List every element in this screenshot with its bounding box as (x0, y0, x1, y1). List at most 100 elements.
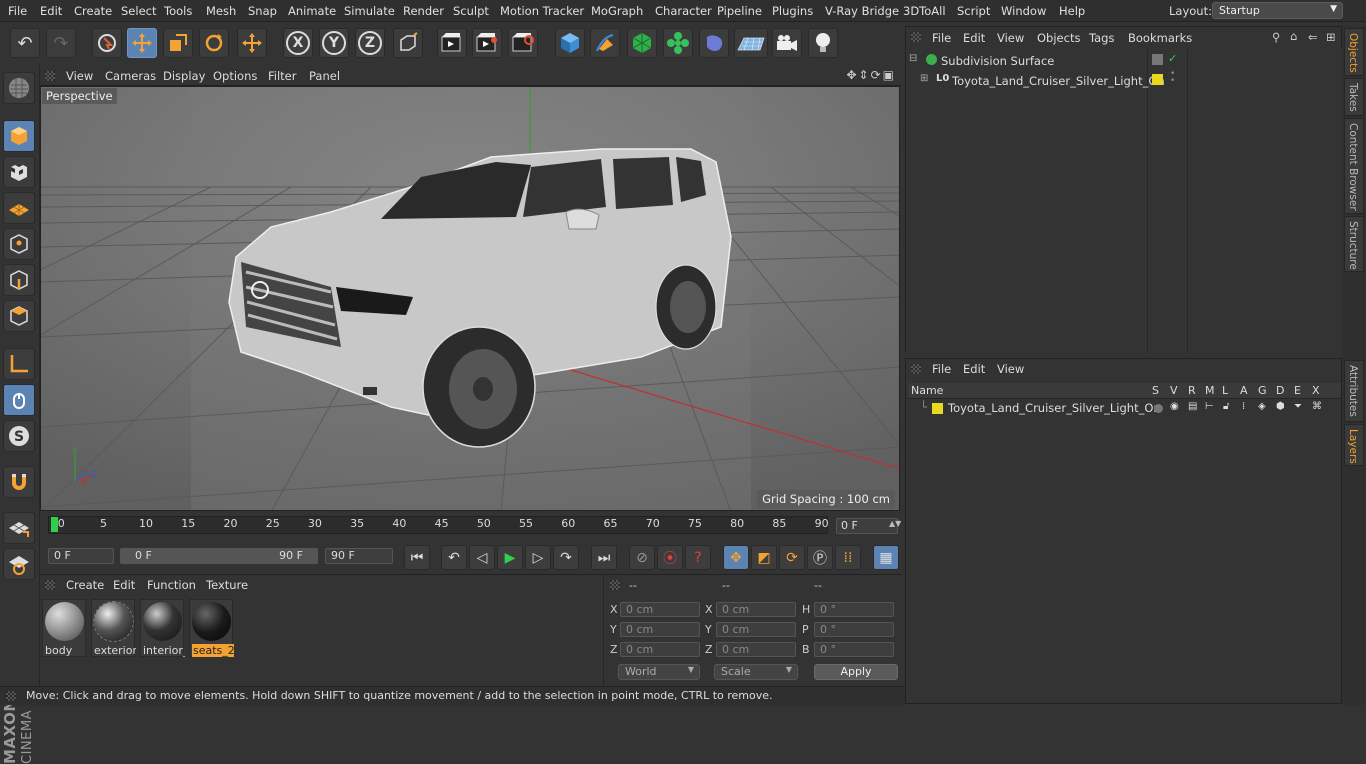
menu-3dtoall[interactable]: 3DToAll (903, 4, 946, 18)
autokey-icon[interactable]: ? (685, 545, 711, 570)
play-icon[interactable]: ▶ (497, 545, 523, 570)
material-interior[interactable]: interior_ (140, 599, 185, 657)
deformer-icon[interactable] (699, 28, 729, 58)
panel-grip-icon[interactable] (610, 580, 620, 590)
position-y-field[interactable]: 0 cm (620, 622, 700, 637)
collapse-icon[interactable]: ⊟ (909, 53, 917, 64)
axis-mode-icon[interactable] (3, 348, 35, 380)
floor-icon[interactable] (734, 28, 768, 58)
eye-icon[interactable]: ◉ (1170, 401, 1179, 412)
key-position-icon[interactable]: ✥ (723, 545, 749, 570)
make-editable-icon[interactable] (3, 72, 35, 104)
redo-icon[interactable]: ↷ (46, 28, 76, 58)
menu-edit[interactable]: Edit (40, 4, 62, 18)
key-parameter-icon[interactable]: Ⓟ (807, 545, 833, 570)
menu-animate[interactable]: Animate (288, 4, 336, 18)
viewport-menu-options[interactable]: Options (213, 69, 257, 83)
animation-toggle-icon[interactable]: ⁞ (1242, 401, 1245, 412)
tweak-mode-icon[interactable] (3, 384, 35, 416)
material-menu-create[interactable]: Create (66, 578, 104, 592)
menu-motion-tracker[interactable]: Motion Tracker (500, 4, 584, 18)
object-menu-file[interactable]: File (932, 31, 951, 45)
light-icon[interactable] (808, 28, 838, 58)
object-row-subdivision-surface[interactable]: ⊟ Subdivision Surface ✓ (906, 51, 1343, 71)
tab-attributes[interactable]: Attributes (1344, 360, 1364, 422)
object-menu-view[interactable]: View (997, 31, 1024, 45)
menu-plugins[interactable]: Plugins (772, 4, 813, 18)
generator-toggle-icon[interactable]: ◈ (1258, 401, 1266, 412)
perspective-viewport[interactable]: Y Z X Perspective Grid Spacing : 100 cm (40, 86, 900, 511)
model-mode-icon[interactable] (3, 120, 35, 152)
menu-mograph[interactable]: MoGraph (591, 4, 643, 18)
scale-mode-select[interactable]: Scale ▼ (714, 664, 798, 680)
layout-select[interactable]: Startup ▼ (1212, 2, 1343, 19)
menu-script[interactable]: Script (957, 4, 990, 18)
layer-menu-view[interactable]: View (997, 362, 1024, 376)
material-seats[interactable]: seats_2 (189, 599, 234, 657)
solo-icon[interactable]: S (3, 420, 35, 452)
home-icon[interactable]: ⌂ (1290, 29, 1297, 43)
mograph-cloner-icon[interactable] (663, 28, 693, 58)
solo-toggle-icon[interactable] (1154, 404, 1163, 413)
xref-toggle-icon[interactable]: ⌘ (1312, 401, 1322, 412)
object-menu-tags[interactable]: Tags (1089, 31, 1114, 45)
points-mode-icon[interactable] (3, 228, 35, 260)
layer-color-swatch[interactable] (1152, 74, 1163, 85)
menu-render[interactable]: Render (403, 4, 444, 18)
pen-icon[interactable] (590, 28, 620, 58)
rotate-icon[interactable] (199, 28, 229, 58)
scale-icon[interactable] (163, 28, 193, 58)
timeline[interactable]: 0 F ▲▼ 0 5 10 15 20 25 30 35 40 45 50 55 60 65 70 75 80 8… (40, 512, 902, 544)
object-menu-objects[interactable]: Objects (1037, 31, 1080, 45)
snap-settings-icon[interactable] (3, 512, 35, 544)
panel-grip-icon[interactable] (911, 364, 921, 374)
deformer-toggle-icon[interactable]: ⬢ (1276, 401, 1285, 412)
rotation-b-field[interactable]: 0 ° (814, 642, 894, 657)
world-coordinate-icon[interactable] (393, 28, 423, 58)
material-menu-texture[interactable]: Texture (206, 578, 248, 592)
size-z-field[interactable]: 0 cm (716, 642, 796, 657)
z-axis-button[interactable]: Z (355, 28, 385, 58)
panel-grip-icon[interactable] (45, 71, 55, 81)
live-select-icon[interactable] (92, 28, 122, 58)
material-exterior[interactable]: exterior_ (91, 599, 136, 657)
frame-range-slider[interactable]: 0 F 90 F (120, 548, 318, 564)
visibility-dots-icon[interactable]: • • (1170, 70, 1175, 86)
object-row-land-cruiser[interactable]: ⊞ L0 Toyota_Land_Cruiser_Silver_Light_On… (906, 70, 1343, 91)
viewport-menu-cameras[interactable]: Cameras (105, 69, 156, 83)
start-frame-field[interactable]: 0 F (48, 548, 114, 564)
rotation-p-field[interactable]: 0 ° (814, 622, 894, 637)
viewport-menu-view[interactable]: View (66, 69, 93, 83)
move-icon[interactable] (127, 28, 157, 58)
viewport-menu-filter[interactable]: Filter (268, 69, 296, 83)
check-icon[interactable]: ✓ (1168, 52, 1177, 65)
layer-color-swatch[interactable] (932, 403, 943, 414)
render-toggle-icon[interactable]: ▤ (1188, 401, 1197, 412)
viewport-menu-panel[interactable]: Panel (309, 69, 340, 83)
size-y-field[interactable]: 0 cm (716, 622, 796, 637)
key-rotation-icon[interactable]: ⟳ (779, 545, 805, 570)
enable-snap-icon[interactable] (3, 548, 35, 580)
recent-tool-icon[interactable] (237, 28, 267, 58)
next-key-icon[interactable]: ↷ (553, 545, 579, 570)
search-icon[interactable]: ⚲ (1272, 30, 1280, 44)
menu-pipeline[interactable]: Pipeline (717, 4, 762, 18)
menu-sculpt[interactable]: Sculpt (453, 4, 489, 18)
tab-objects[interactable]: Objects (1344, 28, 1364, 76)
key-pla-icon[interactable]: ⁞⁞ (835, 545, 861, 570)
subdivision-icon[interactable] (627, 28, 657, 58)
menu-select[interactable]: Select (121, 4, 156, 18)
menu-mesh[interactable]: Mesh (206, 4, 236, 18)
workplane-icon[interactable] (3, 192, 35, 224)
back-icon[interactable]: ⇐ (1308, 30, 1318, 44)
previous-frame-icon[interactable]: ◁ (469, 545, 495, 570)
menu-help[interactable]: Help (1059, 4, 1085, 18)
camera-icon[interactable] (772, 28, 802, 58)
previous-key-icon[interactable]: ↶ (441, 545, 467, 570)
new-window-icon[interactable]: ⊞ (1326, 30, 1336, 44)
go-to-end-icon[interactable]: ⏭ (591, 545, 617, 570)
tab-content-browser[interactable]: Content Browser (1344, 118, 1364, 214)
position-x-field[interactable]: 0 cm (620, 602, 700, 617)
next-frame-icon[interactable]: ▷ (525, 545, 551, 570)
menu-window[interactable]: Window (1001, 4, 1046, 18)
